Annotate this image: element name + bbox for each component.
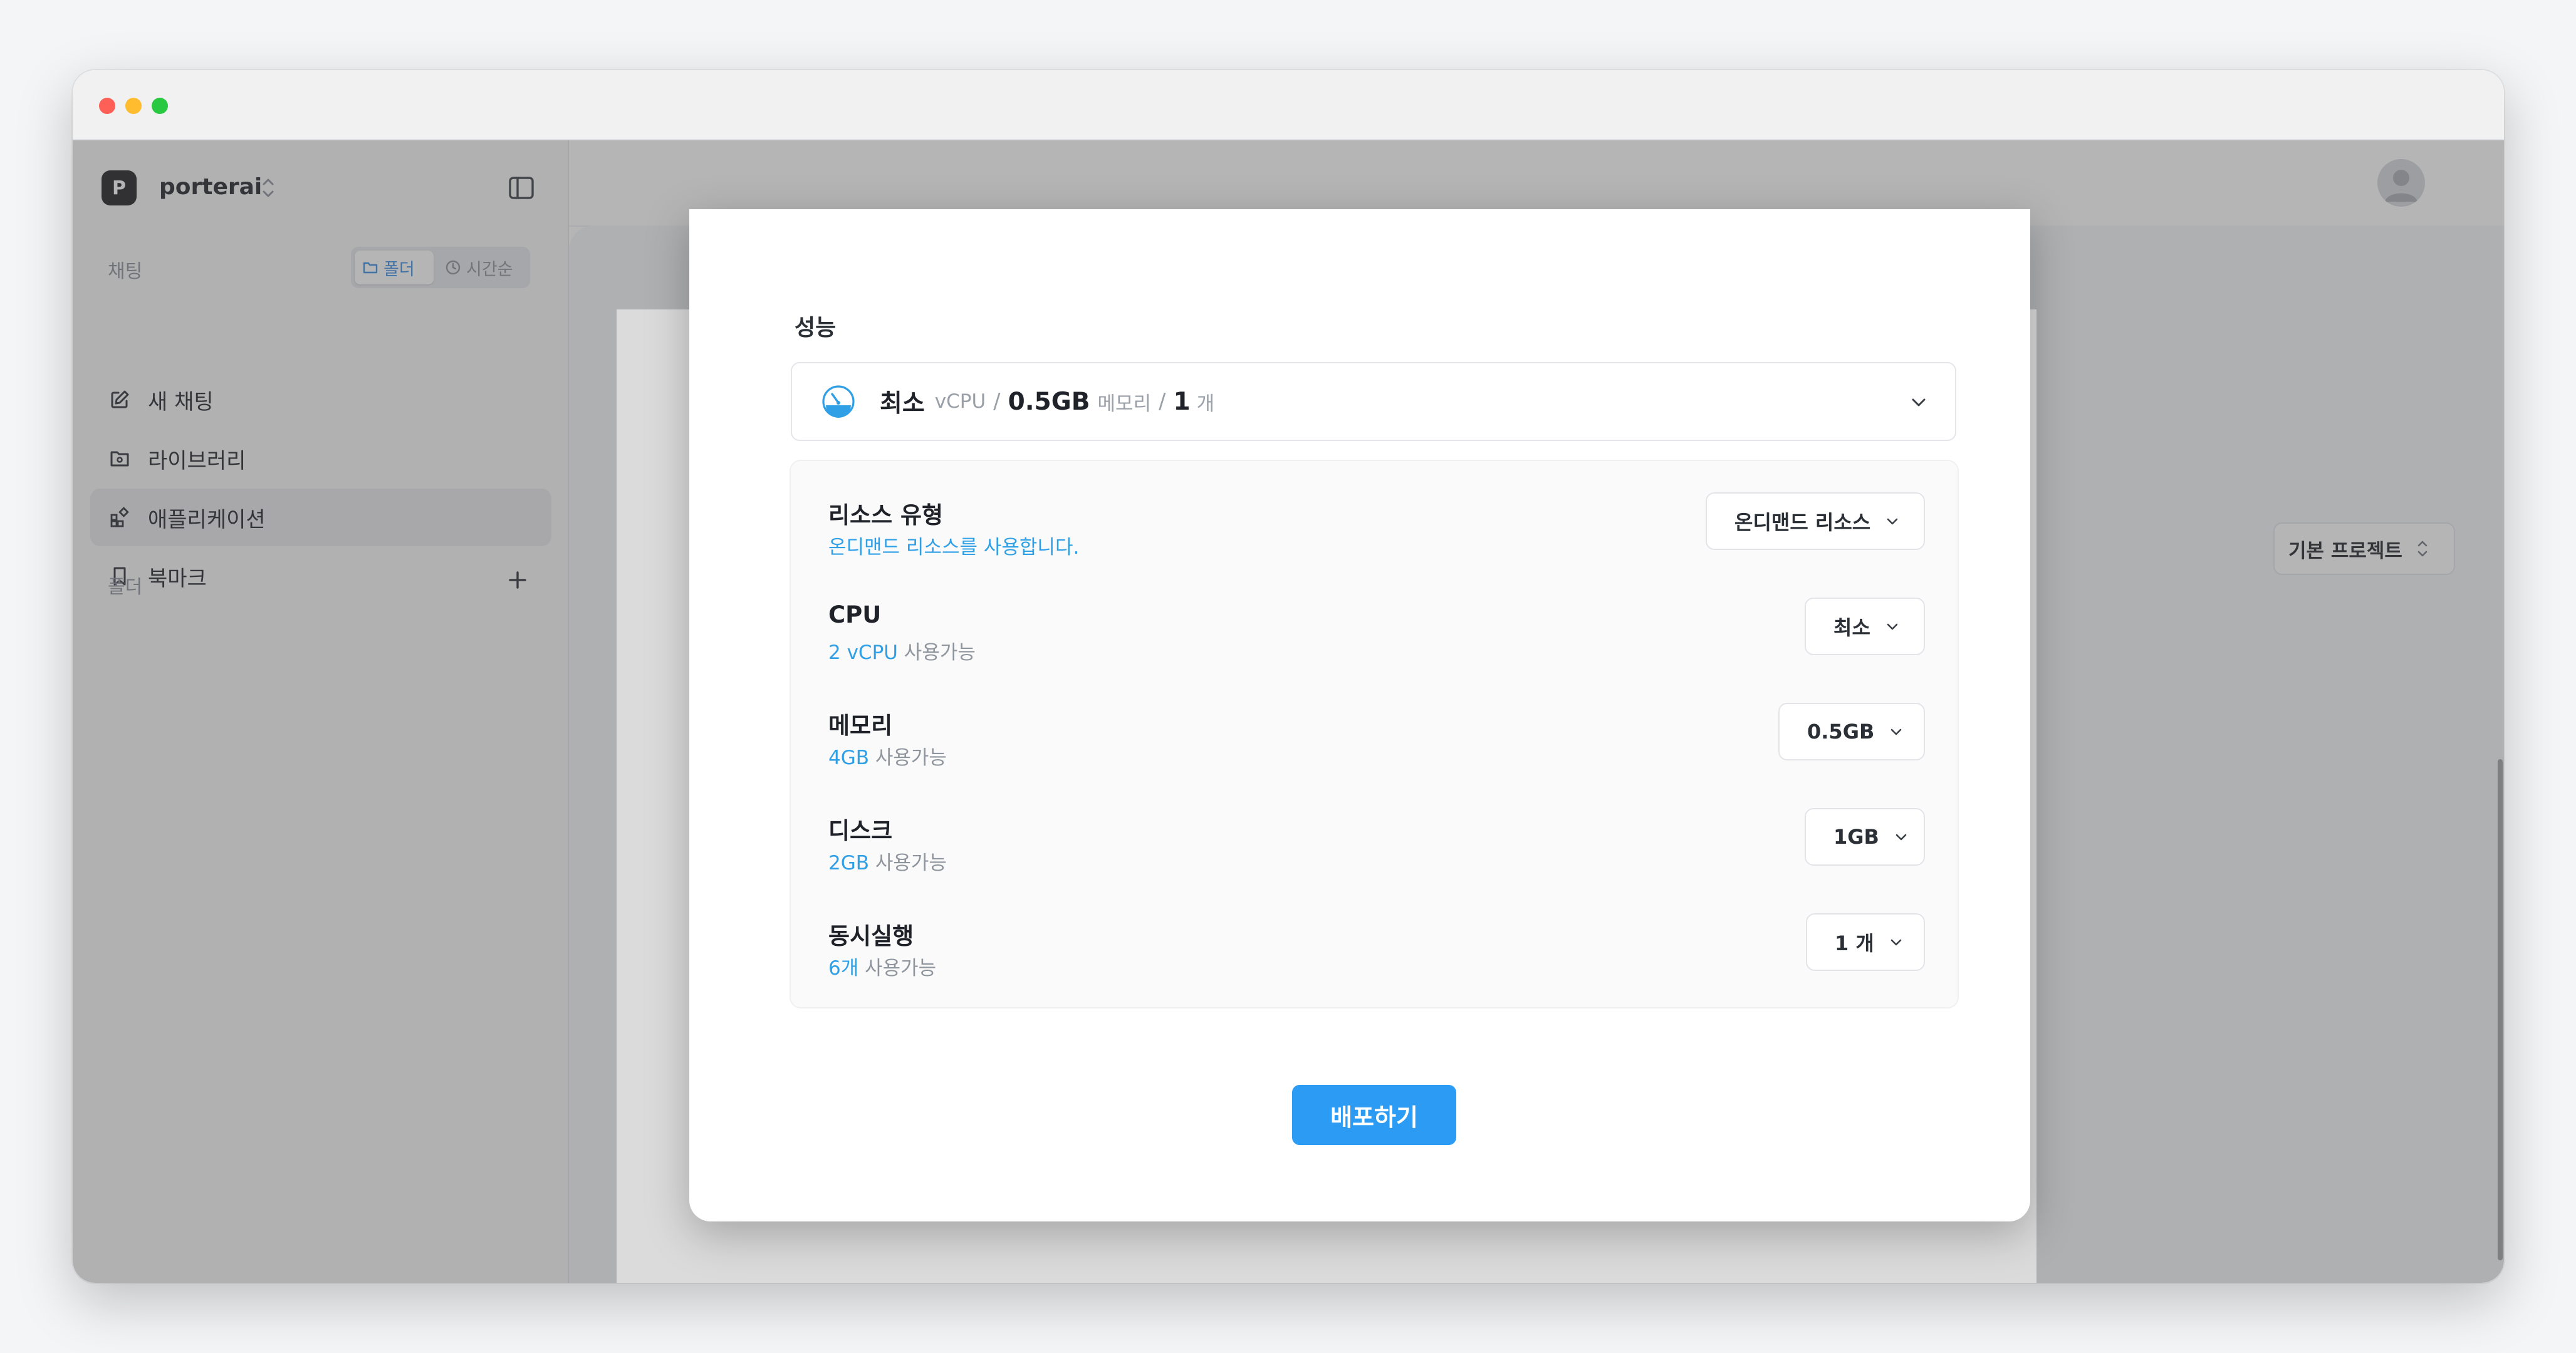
- performance-section-title: 성능: [795, 315, 837, 341]
- row-label: 리소스 유형: [828, 502, 944, 529]
- resource-settings-panel: 리소스 유형 온디맨드 리소스를 사용합니다. 온디맨드 리소스 CPU 2 v…: [790, 460, 1959, 1008]
- concurrency-row: 동시실행 6개 사용가능 1 개: [828, 913, 1925, 988]
- summary-memory-unit: 메모리: [1097, 392, 1151, 415]
- row-label: 메모리: [828, 712, 893, 739]
- row-hint: 온디맨드 리소스를 사용합니다.: [828, 536, 1080, 559]
- chevron-down-icon: [1887, 518, 1898, 525]
- scrollbar[interactable]: [2498, 759, 2503, 1260]
- deploy-button[interactable]: 배포하기: [1292, 1085, 1456, 1145]
- chevron-down-icon: [1912, 398, 1926, 407]
- disk-row: 디스크 2GB 사용가능 1GB: [828, 808, 1925, 883]
- cpu-row: CPU 2 vCPU 사용가능 최소: [828, 598, 1925, 673]
- title-bar: [73, 70, 2504, 140]
- disk-value: 1GB: [1833, 825, 1879, 849]
- chevron-down-icon: [1887, 623, 1898, 630]
- row-label: 디스크: [828, 817, 893, 844]
- resource-type-value: 온디맨드 리소스: [1734, 511, 1871, 534]
- summary-count-unit: 개: [1196, 392, 1215, 415]
- row-hint: 4GB 사용가능: [828, 747, 947, 769]
- memory-value: 0.5GB: [1807, 720, 1875, 744]
- memory-row: 메모리 4GB 사용가능 0.5GB: [828, 703, 1925, 778]
- summary-separator: /: [1159, 389, 1166, 414]
- summary-memory-value: 0.5GB: [1008, 387, 1090, 416]
- resource-type-row: 리소스 유형 온디맨드 리소스를 사용합니다. 온디맨드 리소스: [828, 492, 1925, 568]
- summary-tier: 최소: [880, 390, 925, 418]
- concurrency-value: 1 개: [1835, 931, 1874, 955]
- cpu-value: 최소: [1833, 616, 1870, 640]
- concurrency-select[interactable]: 1 개: [1806, 913, 1925, 971]
- summary-cpu-unit: vCPU: [934, 390, 986, 413]
- summary-separator: /: [993, 389, 1001, 414]
- deploy-settings-modal: 성능 최소 vCPU / 0.5GB 메모리 / 1 개 리소스 유형 온디맨드…: [689, 209, 2030, 1221]
- summary-count-value: 1: [1173, 387, 1191, 416]
- minimize-window-button[interactable]: [125, 98, 142, 114]
- performance-summary-dropdown[interactable]: 최소 vCPU / 0.5GB 메모리 / 1 개: [791, 362, 1956, 441]
- close-window-button[interactable]: [99, 98, 115, 114]
- row-label: 동시실행: [828, 923, 914, 950]
- cpu-select[interactable]: 최소: [1805, 598, 1925, 655]
- chevron-down-icon: [1891, 728, 1902, 735]
- zoom-window-button[interactable]: [152, 98, 168, 114]
- row-hint: 6개 사용가능: [828, 957, 937, 980]
- memory-select[interactable]: 0.5GB: [1778, 703, 1925, 760]
- chevron-down-icon: [1895, 834, 1907, 841]
- chevron-down-icon: [1890, 939, 1902, 946]
- row-label: CPU: [828, 601, 882, 628]
- gauge-icon: [822, 385, 855, 418]
- row-hint: 2GB 사용가능: [828, 852, 947, 874]
- resource-type-select[interactable]: 온디맨드 리소스: [1706, 492, 1925, 550]
- app-window: P porterai 채팅 폴더 시간순 새 채팅 라이브러리 애플리케이션 북…: [73, 70, 2504, 1283]
- disk-select[interactable]: 1GB: [1805, 808, 1925, 866]
- row-hint: 2 vCPU 사용가능: [828, 641, 976, 664]
